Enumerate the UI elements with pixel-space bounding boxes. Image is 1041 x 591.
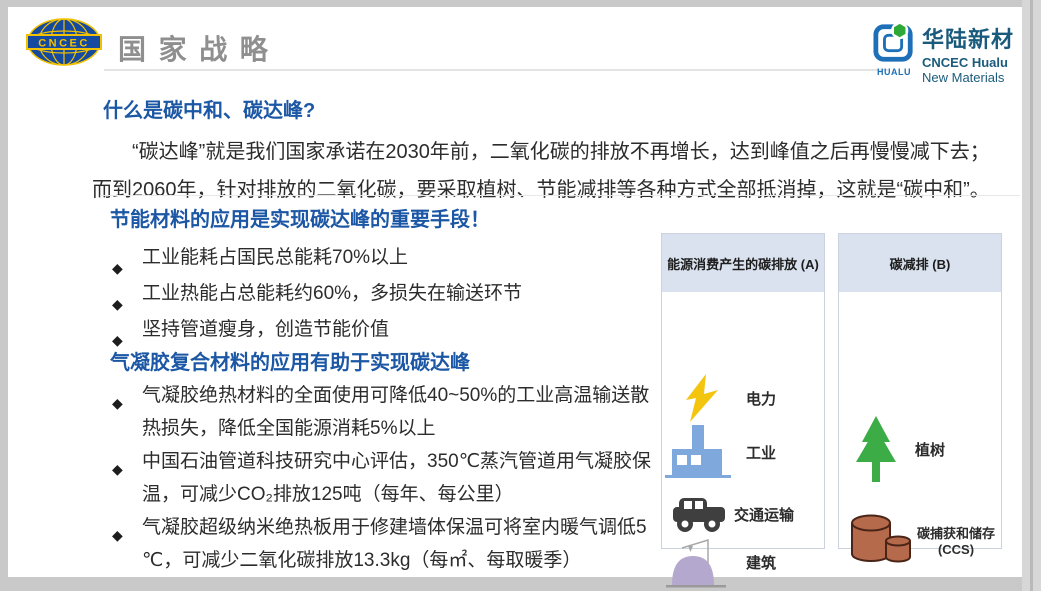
carbon-emission-panel: 能源消费产生的碳排放 (A) 电力 [661, 233, 825, 549]
diamond-bullet-icon: ◆ [112, 387, 123, 420]
car-icon [668, 494, 730, 534]
carbon-reduction-panel: 碳减排 (B) 植树 [838, 233, 1002, 549]
hualu-mark-text: HUALU [877, 67, 911, 77]
diamond-bullet-icon: ◆ [112, 453, 123, 486]
panel-row-electricity: 电力 [672, 374, 776, 422]
hualu-square-icon [872, 22, 916, 69]
page-title: 国家战略 [118, 28, 280, 68]
panel-b-body: 植树 碳捕获和储存 (CCS) [839, 294, 1001, 546]
panel-item-sublabel: (CCS) [938, 542, 974, 557]
list-item: ◆ 工业热能占总能耗约60%，多损失在输送环节 [112, 276, 657, 312]
hualu-logo: HUALU 华陆新材 CNCEC Hualu New Materials [872, 22, 1014, 85]
section2-heading: 气凝胶复合材料的应用有助于实现碳达峰 [110, 346, 470, 375]
panel-row-industry: 工业 [664, 425, 776, 479]
panel-item-label: 碳捕获和储存 [917, 523, 995, 542]
barrels-icon [847, 514, 913, 566]
list-item: ◆ 坚持管道瘦身，创造节能价值 [112, 312, 657, 348]
bullet-text: 气凝胶绝热材料的全面使用可降低40~50%的工业高温输送散热损失，降低全国能源消… [142, 385, 649, 439]
factory-icon [664, 425, 736, 479]
list-item: ◆ 中国石油管道科技研究中心评估，350℃蒸汽管道用气凝胶保温，可减少CO₂排放… [112, 445, 668, 511]
panel-a-header: 能源消费产生的碳排放 (A) [662, 234, 824, 294]
slide-viewport: CNCEC 国家战略 HUALU 华陆新材 CNCEC Hualu New Ma… [0, 0, 1041, 591]
intro-paragraph-line1: “碳达峰”就是我们国家承诺在2030年前，二氧化碳的排放不再增长，达到峰值之后再… [92, 133, 1037, 171]
panel-row-tree: 植树 [849, 416, 945, 482]
hualu-en-name-line1: CNCEC Hualu [922, 55, 1014, 70]
list-item: ◆ 气凝胶超级纳米绝热板用于修建墙体保温可将室内暖气调低5 ℃，可减少二氧化碳排… [112, 511, 668, 577]
bullet-text: 工业热能占总能耗约60%，多损失在输送环节 [142, 283, 522, 304]
panel-item-label: 交通运输 [734, 504, 794, 525]
panel-row-construction: 建筑 [666, 534, 776, 590]
bullet-text: 气凝胶超级纳米绝热板用于修建墙体保温可将室内暖气调低5 ℃，可减少二氧化碳排放1… [142, 517, 647, 571]
bullet-text: 中国石油管道科技研究中心评估，350℃蒸汽管道用气凝胶保温，可减少CO₂排放12… [142, 451, 651, 505]
lightning-icon [672, 374, 732, 422]
hualu-en-name-line2: New Materials [922, 70, 1014, 85]
panel-row-ccs: 碳捕获和储存 (CCS) [847, 514, 995, 566]
intro-paragraph: “碳达峰”就是我们国家承诺在2030年前，二氧化碳的排放不再增长，达到峰值之后再… [92, 133, 1037, 209]
intro-question-heading: 什么是碳中和、碳达峰? [103, 94, 315, 123]
section1-bullet-list: ◆ 工业能耗占国民总能耗70%以上 ◆ 工业热能占总能耗约60%，多损失在输送环… [112, 240, 657, 348]
panel-item-label: 植树 [915, 439, 945, 460]
panel-item-label: 电力 [746, 388, 776, 409]
list-item: ◆ 气凝胶绝热材料的全面使用可降低40~50%的工业高温输送散热损失，降低全国能… [112, 379, 668, 445]
hualu-cn-name: 华陆新材 [922, 22, 1014, 54]
list-item: ◆ 工业能耗占国民总能耗70%以上 [112, 240, 657, 276]
building-icon [666, 534, 732, 590]
section1-heading: 节能材料的应用是实现碳达峰的重要手段！ [110, 203, 490, 232]
panel-item-label: 建筑 [746, 552, 776, 573]
panel-b-header: 碳减排 (B) [839, 234, 1001, 294]
paragraph-divider [100, 195, 1020, 196]
cncec-globe-icon: CNCEC [26, 17, 102, 72]
tree-icon [849, 416, 903, 482]
diamond-bullet-icon: ◆ [112, 519, 123, 552]
viewer-edge-line [1030, 0, 1033, 591]
panel-item-label: 工业 [746, 442, 776, 463]
bullet-text: 工业能耗占国民总能耗70%以上 [142, 247, 408, 268]
header-divider [104, 69, 888, 71]
section2-bullet-list: ◆ 气凝胶绝热材料的全面使用可降低40~50%的工业高温输送散热损失，降低全国能… [112, 379, 668, 577]
panel-row-transport: 交通运输 [668, 494, 794, 534]
svg-text:CNCEC: CNCEC [38, 38, 90, 50]
panel-a-body: 电力 工业 [662, 294, 824, 546]
bullet-text: 坚持管道瘦身，创造节能价值 [142, 319, 389, 340]
